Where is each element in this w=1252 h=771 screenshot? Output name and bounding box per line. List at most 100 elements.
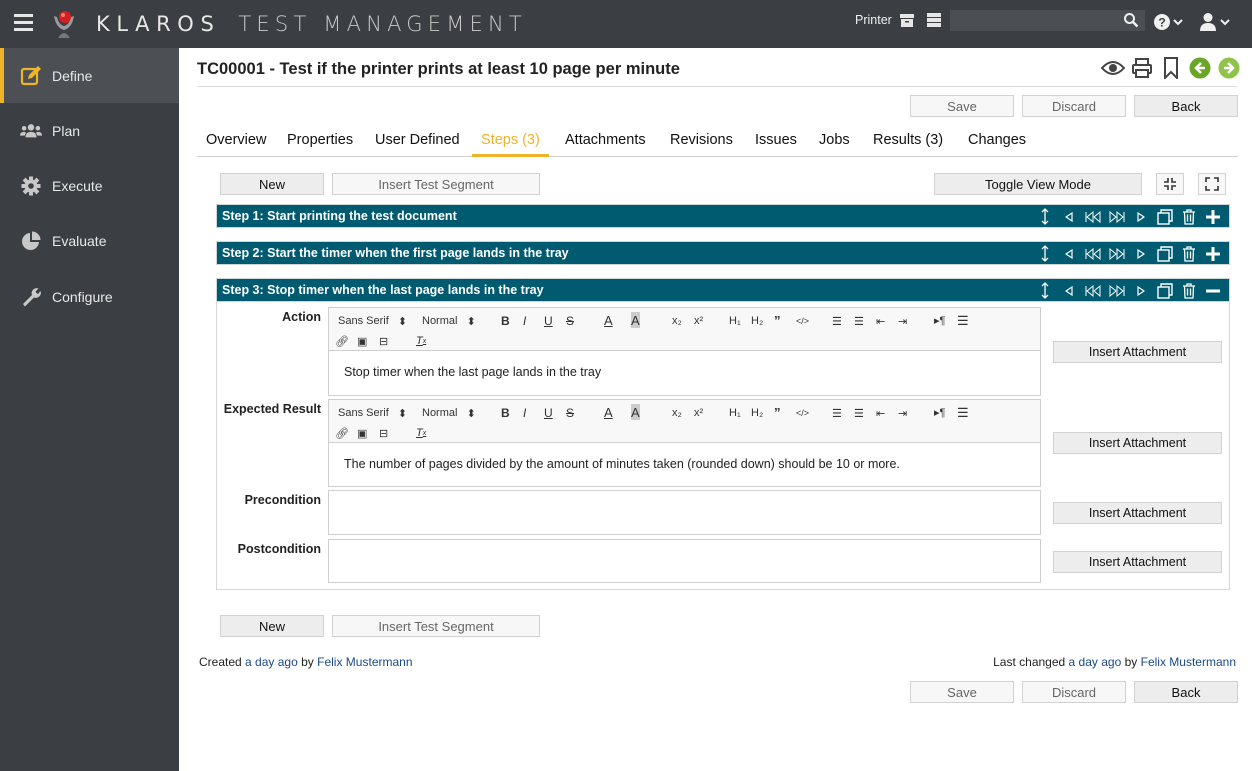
- ordered-list-icon[interactable]: ☰: [832, 313, 842, 329]
- back-button-bottom[interactable]: Back: [1134, 681, 1238, 703]
- sidebar-item-execute[interactable]: Execute: [0, 158, 179, 213]
- tab-user-defined[interactable]: User Defined: [366, 132, 469, 157]
- sidebar-item-evaluate[interactable]: Evaluate: [0, 213, 179, 268]
- heading2-icon[interactable]: H₂: [751, 313, 763, 329]
- insert-attachment-button[interactable]: Insert Attachment: [1053, 341, 1222, 363]
- archive-icon[interactable]: [899, 12, 915, 28]
- tab-changes[interactable]: Changes: [959, 132, 1035, 157]
- delete-icon[interactable]: [1177, 282, 1201, 299]
- precondition-field[interactable]: [328, 490, 1041, 535]
- changed-by-user-link[interactable]: Felix Mustermann: [1141, 655, 1236, 669]
- subscript-icon[interactable]: x₂: [672, 313, 682, 329]
- tab-jobs[interactable]: Jobs: [810, 132, 859, 157]
- delete-icon[interactable]: [1177, 208, 1201, 225]
- save-button-bottom[interactable]: Save: [910, 681, 1014, 703]
- subscript-icon[interactable]: x₂: [672, 405, 682, 421]
- action-editor[interactable]: Sans Serif ⬍ Normal ⬍ B I U S A A x₂ x² …: [328, 307, 1041, 396]
- tab-properties[interactable]: Properties: [278, 132, 362, 157]
- move-last-icon[interactable]: [1105, 208, 1129, 225]
- postcondition-field[interactable]: [328, 539, 1041, 583]
- duplicate-icon[interactable]: [1153, 282, 1177, 299]
- background-color-icon[interactable]: A: [631, 404, 640, 420]
- link-icon[interactable]: 🔗︎: [335, 333, 349, 349]
- toggle-view-mode-button[interactable]: Toggle View Mode: [934, 173, 1142, 195]
- new-step-button-bottom[interactable]: New: [220, 615, 324, 637]
- move-down-icon[interactable]: [1129, 282, 1153, 299]
- tab-overview[interactable]: Overview: [197, 132, 275, 157]
- size-select[interactable]: Normal ⬍: [422, 313, 476, 329]
- discard-button[interactable]: Discard: [1022, 95, 1126, 117]
- collapse-all-button[interactable]: [1156, 173, 1184, 195]
- move-down-icon[interactable]: [1129, 245, 1153, 262]
- align-icon[interactable]: ☰: [957, 313, 969, 329]
- underline-icon[interactable]: U: [544, 405, 553, 421]
- link-icon[interactable]: 🔗︎: [335, 425, 349, 441]
- insert-test-segment-button[interactable]: Insert Test Segment: [332, 173, 540, 195]
- insert-attachment-button[interactable]: Insert Attachment: [1053, 432, 1222, 454]
- changed-date-link[interactable]: a day ago: [1069, 655, 1122, 669]
- blockquote-icon[interactable]: ”: [774, 312, 781, 328]
- bold-icon[interactable]: B: [501, 313, 510, 329]
- bookmark-icon[interactable]: [1159, 56, 1183, 80]
- project-name[interactable]: Printer: [855, 13, 892, 27]
- step-header[interactable]: Step 3: Stop timer when the last page la…: [216, 278, 1230, 302]
- expand-all-button[interactable]: [1198, 173, 1226, 195]
- image-icon[interactable]: ▣: [357, 333, 367, 349]
- move-first-icon[interactable]: [1081, 282, 1105, 299]
- expand-step-plus-icon[interactable]: [1201, 208, 1225, 225]
- expand-step-plus-icon[interactable]: [1201, 245, 1225, 262]
- new-step-button[interactable]: New: [220, 173, 324, 195]
- duplicate-icon[interactable]: [1153, 208, 1177, 225]
- step-header[interactable]: Step 2: Start the timer when the first p…: [216, 241, 1230, 265]
- insert-test-segment-button-bottom[interactable]: Insert Test Segment: [332, 615, 540, 637]
- back-button[interactable]: Back: [1134, 95, 1238, 117]
- postcondition-text[interactable]: [329, 540, 1040, 568]
- font-select[interactable]: Sans Serif ⬍: [338, 313, 407, 329]
- expected-result-text[interactable]: The number of pages divided by the amoun…: [329, 443, 1040, 485]
- bullet-list-icon[interactable]: ☰: [854, 405, 864, 421]
- tab-attachments[interactable]: Attachments: [556, 132, 655, 157]
- help-icon[interactable]: ?: [1153, 12, 1185, 32]
- video-icon[interactable]: ⊟: [379, 333, 388, 349]
- print-icon[interactable]: [1130, 56, 1154, 80]
- search-input[interactable]: [950, 10, 1145, 31]
- clear-format-icon[interactable]: Tx: [416, 425, 426, 441]
- strike-icon[interactable]: S: [566, 313, 574, 329]
- align-icon[interactable]: ☰: [957, 405, 969, 421]
- superscript-icon[interactable]: x²: [694, 313, 703, 329]
- heading1-icon[interactable]: H₁: [729, 313, 741, 329]
- step-header[interactable]: Step 1: Start printing the test document: [216, 204, 1230, 228]
- collapse-step-minus-icon[interactable]: [1201, 282, 1225, 299]
- move-first-icon[interactable]: [1081, 208, 1105, 225]
- tab-results[interactable]: Results (3): [864, 132, 952, 157]
- code-block-icon[interactable]: </>: [796, 313, 809, 329]
- preview-eye-icon[interactable]: [1101, 56, 1125, 80]
- background-color-icon[interactable]: A: [631, 312, 640, 328]
- sidebar-item-plan[interactable]: Plan: [0, 103, 179, 158]
- tab-issues[interactable]: Issues: [746, 132, 806, 157]
- bold-icon[interactable]: B: [501, 405, 510, 421]
- clear-format-icon[interactable]: Tx: [416, 333, 426, 349]
- search-icon[interactable]: [1123, 12, 1139, 28]
- sidebar-item-configure[interactable]: Configure: [0, 269, 179, 324]
- move-up-icon[interactable]: [1057, 208, 1081, 225]
- indent-icon[interactable]: ⇥: [898, 405, 907, 421]
- tab-revisions[interactable]: Revisions: [661, 132, 742, 157]
- image-icon[interactable]: ▣: [357, 425, 367, 441]
- code-block-icon[interactable]: </>: [796, 405, 809, 421]
- save-button[interactable]: Save: [910, 95, 1014, 117]
- text-color-icon[interactable]: A: [604, 404, 613, 420]
- previous-arrow-icon[interactable]: [1188, 56, 1212, 80]
- video-icon[interactable]: ⊟: [379, 425, 388, 441]
- italic-icon[interactable]: I: [523, 405, 526, 421]
- strike-icon[interactable]: S: [566, 405, 574, 421]
- duplicate-icon[interactable]: [1153, 245, 1177, 262]
- created-by-user-link[interactable]: Felix Mustermann: [317, 655, 412, 669]
- italic-icon[interactable]: I: [523, 313, 526, 329]
- discard-button-bottom[interactable]: Discard: [1022, 681, 1126, 703]
- insert-attachment-button[interactable]: Insert Attachment: [1053, 502, 1222, 524]
- next-arrow-icon[interactable]: [1217, 56, 1241, 80]
- sidebar-item-define[interactable]: Define: [0, 48, 179, 103]
- blockquote-icon[interactable]: ”: [774, 404, 781, 420]
- delete-icon[interactable]: [1177, 245, 1201, 262]
